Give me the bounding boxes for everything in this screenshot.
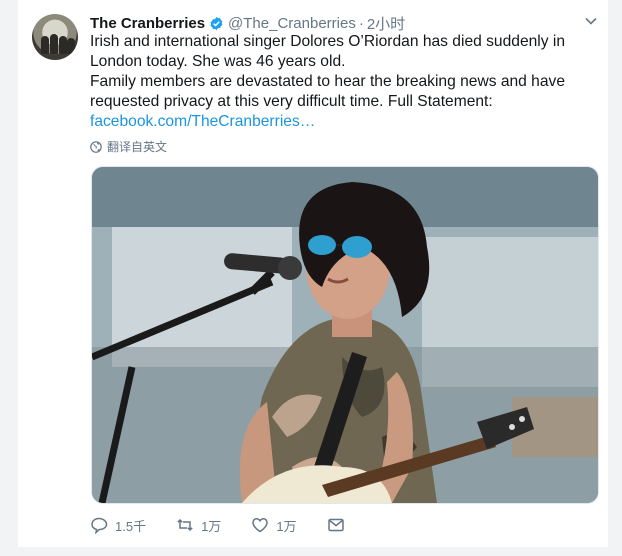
verified-badge-icon bbox=[210, 16, 223, 30]
like-count: 1万 bbox=[276, 518, 297, 534]
avatar[interactable] bbox=[32, 14, 78, 60]
reply-button[interactable]: 1.5千 bbox=[90, 516, 146, 535]
tweet-actions: 1.5千 1万 1万 bbox=[90, 514, 382, 536]
globe-icon bbox=[90, 140, 102, 153]
tweet-card: The Cranberries @The_Cranberries · 2小时 I… bbox=[18, 0, 608, 547]
translate-tweet-button[interactable]: 翻译自英文 bbox=[90, 138, 167, 155]
reply-count: 1.5千 bbox=[115, 518, 147, 534]
statement-link[interactable]: facebook.com/TheCranberries… bbox=[90, 113, 315, 130]
retweet-icon bbox=[177, 518, 193, 532]
like-icon bbox=[252, 518, 269, 533]
author-name[interactable]: The Cranberries bbox=[90, 15, 205, 32]
direct-message-icon bbox=[327, 518, 344, 532]
concert-photo bbox=[92, 167, 598, 503]
tweet-header: The Cranberries @The_Cranberries · 2小时 bbox=[90, 12, 596, 34]
header-separator: · bbox=[358, 14, 364, 32]
direct-message-button[interactable] bbox=[327, 516, 352, 534]
tweet-timestamp[interactable]: 2小时 bbox=[367, 13, 405, 34]
tweet-paragraph: Irish and international singer Dolores O… bbox=[90, 33, 566, 70]
chevron-down-icon[interactable] bbox=[584, 14, 598, 28]
retweet-button[interactable]: 1万 bbox=[176, 516, 221, 535]
tweet-text: Irish and international singer Dolores O… bbox=[90, 32, 600, 132]
retweet-count: 1万 bbox=[201, 518, 222, 534]
reply-icon bbox=[91, 517, 108, 534]
tweet-photo[interactable] bbox=[91, 166, 599, 504]
tweet-paragraph: Family members are devastated to hear th… bbox=[90, 73, 566, 110]
like-button[interactable]: 1万 bbox=[251, 516, 297, 535]
translate-label: 翻译自英文 bbox=[107, 140, 168, 154]
author-handle[interactable]: @The_Cranberries bbox=[228, 15, 356, 32]
